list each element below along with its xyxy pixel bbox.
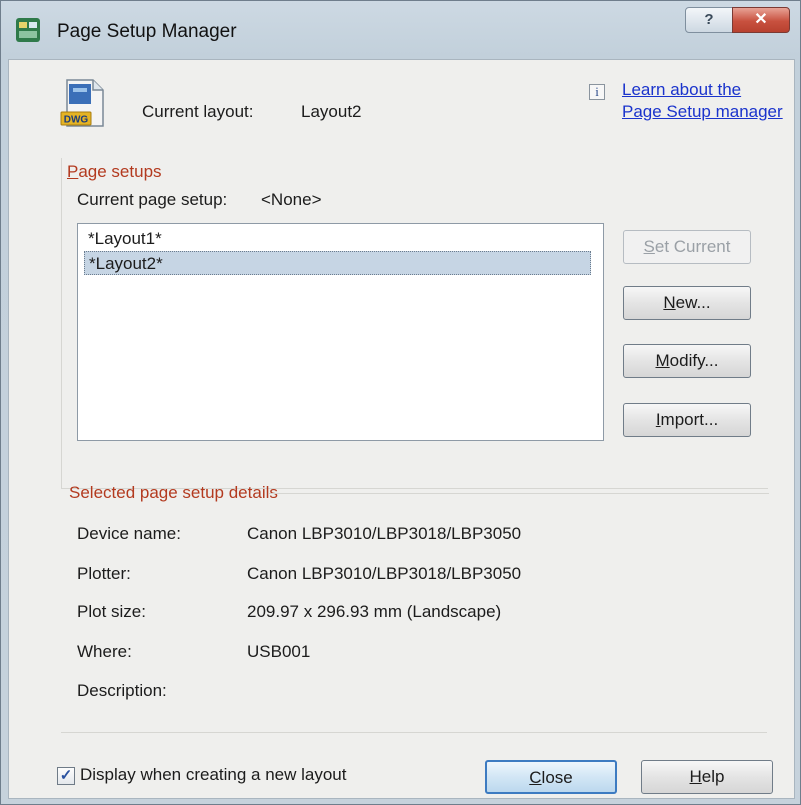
description-label: Description: [77, 681, 167, 700]
new-mnemonic: N [663, 293, 676, 312]
plotter-value: Canon LBP3010/LBP3018/LBP3050 [247, 564, 522, 583]
details-divider [269, 493, 769, 494]
list-item-layout1[interactable]: *Layout1* [84, 227, 593, 251]
set-current-rest: et Current [654, 237, 731, 256]
set-current-button[interactable]: Set Current [623, 230, 751, 264]
title-help-button[interactable]: ? [685, 7, 733, 33]
page-setups-title-rest: age setups [78, 162, 162, 181]
plot-size-label: Plot size: [77, 602, 146, 621]
where-value: USB001 [247, 642, 311, 661]
checkmark-icon: ✓ [59, 767, 73, 784]
learn-link-line-1: Learn about the [622, 80, 742, 99]
question-icon: ? [704, 11, 714, 28]
title-close-button[interactable]: ✕ [732, 7, 790, 33]
modify-button[interactable]: Modify... [623, 344, 751, 378]
learn-link-line-2: Page Setup manager [622, 102, 783, 121]
dialog-body: DWG Current layout: Layout2 i Learn abou… [8, 59, 795, 799]
current-page-setup-value: <None> [261, 190, 322, 209]
dwg-file-icon: DWG [60, 79, 104, 127]
device-name-label: Device name: [77, 524, 181, 543]
title-bar[interactable]: Page Setup Manager ? ✕ [1, 1, 800, 61]
modify-mnemonic: M [655, 351, 670, 370]
footer-divider [61, 732, 767, 733]
new-button[interactable]: New... [623, 286, 751, 320]
close-icon: ✕ [754, 11, 768, 28]
list-item-layout2[interactable]: *Layout2* [84, 251, 591, 275]
page-setups-title-mnemonic: P [67, 162, 79, 181]
page-setup-manager-window: Page Setup Manager ? ✕ DWG Current layou… [0, 0, 801, 805]
info-icon: i [589, 84, 605, 100]
import-rest: mport... [660, 410, 719, 429]
import-button[interactable]: Import... [623, 403, 751, 437]
page-setups-title: Page setups [67, 162, 162, 182]
close-rest: lose [541, 768, 573, 787]
page-setups-list[interactable]: *Layout1* *Layout2* [77, 223, 604, 441]
current-layout-label: Current layout: [142, 102, 254, 121]
display-on-new-layout-label[interactable]: Display when creating a new layout [80, 765, 346, 785]
help-button[interactable]: Help [641, 760, 773, 794]
set-current-mnemonic: S [643, 237, 655, 256]
modify-rest: odify... [669, 351, 719, 370]
window-title: Page Setup Manager [57, 21, 237, 42]
close-mnemonic: C [529, 768, 542, 787]
display-on-new-layout-checkbox[interactable]: ✓ [57, 767, 75, 785]
app-icon [16, 18, 40, 42]
close-button[interactable]: Close [485, 760, 617, 794]
help-mnemonic: H [689, 767, 702, 786]
dwg-badge-label: DWG [64, 115, 89, 126]
current-page-setup-label: Current page setup: [77, 190, 228, 209]
help-rest: elp [701, 767, 725, 786]
details-title: Selected page setup details [69, 483, 278, 502]
plotter-label: Plotter: [77, 564, 131, 583]
where-label: Where: [77, 642, 132, 661]
plot-size-value: 209.97 x 296.93 mm (Landscape) [247, 602, 502, 621]
learn-about-link[interactable]: Learn about the Page Setup manager [622, 79, 783, 123]
current-layout-value: Layout2 [301, 102, 362, 121]
new-rest: ew... [675, 293, 711, 312]
device-name-value: Canon LBP3010/LBP3018/LBP3050 [247, 524, 522, 543]
